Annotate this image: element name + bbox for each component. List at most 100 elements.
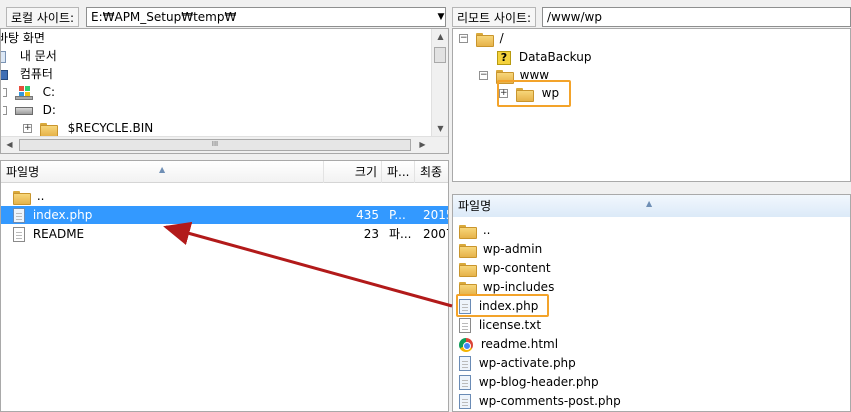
tree-item-label: C: [42, 85, 56, 99]
documents-icon [1, 50, 6, 63]
folder-icon [459, 281, 477, 296]
unknown-icon: ? [497, 50, 511, 65]
column-header-modified[interactable]: 최종 [415, 161, 448, 183]
list-item[interactable]: readme.html [459, 335, 558, 353]
row-type: 파... [389, 227, 412, 241]
chrome-icon [459, 337, 473, 352]
remote-site-label: 리모트 사이트: [452, 7, 537, 27]
list-item[interactable]: wp-comments-post.php [459, 392, 621, 410]
column-header-type[interactable]: 파... [382, 161, 415, 183]
index-php-highlight-box [456, 294, 549, 317]
list-item[interactable]: wp-admin [459, 240, 542, 258]
sort-ascending-icon: ▲ [159, 165, 166, 174]
file-icon [13, 227, 25, 242]
column-header-label: 크기 [354, 165, 377, 179]
row-name: wp-content [482, 261, 551, 275]
column-header-label: 최종 [420, 165, 443, 179]
row-name: wp-activate.php [478, 356, 576, 370]
column-header-name[interactable]: ▲ 파일명 [453, 195, 850, 217]
text-file-icon [459, 318, 471, 333]
row-name: README [32, 227, 85, 241]
remote-site-bar: 리모트 사이트: /www/wp [452, 4, 851, 30]
table-row-selected[interactable]: index.php 435 P... 2015 [1, 206, 448, 224]
row-name: wp-comments-post.php [478, 394, 621, 408]
wp-highlight-box [497, 80, 571, 107]
scroll-thumb[interactable]: III [19, 139, 411, 151]
remote-file-list: ▲ 파일명 .. wp-admin wp-content wp-includes… [452, 194, 851, 412]
list-item[interactable]: .. [459, 221, 490, 239]
expander-minus-icon[interactable] [3, 106, 7, 115]
folder-icon [459, 243, 477, 258]
tree-item-desktop[interactable]: 바탕 화면 [1, 29, 45, 47]
local-tree-pane: 바탕 화면 내 문서 컴퓨터 C: D: + $RECYCLE.BIN ▲ ▼ [0, 28, 449, 154]
php-file-icon [459, 356, 471, 371]
tree-item-label: / [499, 31, 504, 45]
scroll-up-icon[interactable]: ▲ [432, 29, 448, 45]
row-type: P... [389, 208, 406, 222]
tree-item-drive-d[interactable]: D: [3, 101, 56, 119]
scroll-grip: III [211, 140, 219, 148]
tree-item-label: DataBackup [518, 50, 592, 64]
expander-plus-icon[interactable] [3, 88, 7, 97]
local-site-dropdown-icon[interactable]: ▼ [434, 7, 448, 27]
column-header-label: 파... [387, 165, 410, 179]
local-tree-vscrollbar[interactable]: ▲ ▼ [431, 29, 448, 137]
row-name: wp-blog-header.php [478, 375, 599, 389]
sort-ascending-icon: ▲ [646, 199, 653, 208]
tree-item-label: $RECYCLE.BIN [67, 121, 154, 135]
row-size: 23 [363, 227, 379, 241]
list-item[interactable]: wp-activate.php [459, 354, 576, 372]
folder-icon [475, 32, 494, 47]
remote-list-header: ▲ 파일명 [453, 195, 850, 217]
list-item[interactable]: license.txt [459, 316, 541, 334]
row-name: license.txt [478, 318, 542, 332]
tree-item-label: 내 문서 [19, 49, 57, 63]
local-site-path-input[interactable]: E:₩APM_Setup₩temp₩ [86, 7, 446, 27]
local-site-bar: 로컬 사이트: E:₩APM_Setup₩temp₩ ▼ [0, 4, 449, 30]
expander-minus-icon[interactable]: − [459, 34, 468, 43]
tree-item-documents[interactable]: 내 문서 [1, 47, 57, 65]
tree-item-label: D: [42, 103, 56, 117]
scroll-thumb[interactable] [434, 47, 446, 63]
local-tree-hscrollbar[interactable]: ◀ III ▶ [1, 136, 448, 153]
folder-icon [459, 224, 477, 239]
column-header-label: 파일명 [458, 199, 492, 213]
scroll-left-icon[interactable]: ◀ [1, 137, 18, 153]
tree-item-databackup[interactable]: ? DataBackup [497, 48, 591, 66]
expander-minus-icon[interactable]: − [479, 71, 488, 80]
row-name: wp-admin [482, 242, 543, 256]
tree-item-root[interactable]: − / [459, 29, 504, 47]
tree-item-label: 컴퓨터 [19, 67, 53, 81]
column-header-name[interactable]: ▲ 파일명 [1, 161, 324, 183]
row-name: wp-includes [482, 280, 555, 294]
table-row[interactable]: README 23 파... 2007 [1, 225, 448, 243]
row-modified: 2015 [423, 208, 448, 222]
local-list-header: ▲ 파일명 크기 파... 최종 [1, 161, 448, 183]
remote-tree-pane: − / ? DataBackup − www + wp [452, 28, 851, 182]
scroll-down-icon[interactable]: ▼ [432, 121, 448, 137]
expander-plus-icon[interactable]: + [23, 124, 32, 133]
row-name: readme.html [480, 337, 559, 351]
row-name: .. [482, 223, 491, 237]
tree-item-computer[interactable]: 컴퓨터 [1, 65, 53, 83]
php-file-icon [459, 375, 471, 390]
column-header-label: 파일명 [6, 165, 40, 179]
drive-d-icon [14, 106, 33, 115]
tree-item-recycle-bin[interactable]: + $RECYCLE.BIN [23, 119, 153, 137]
folder-icon [13, 190, 31, 205]
folder-icon [459, 262, 477, 277]
remote-site-path-input[interactable]: /www/wp [542, 7, 851, 27]
local-site-label: 로컬 사이트: [6, 7, 80, 27]
php-file-icon [459, 394, 471, 409]
folder-icon [39, 122, 58, 137]
list-item[interactable]: wp-content [459, 259, 551, 277]
list-item[interactable]: wp-blog-header.php [459, 373, 599, 391]
local-file-list: ▲ 파일명 크기 파... 최종 .. index.php 435 P... 2… [0, 160, 449, 412]
column-header-size[interactable]: 크기 [324, 161, 382, 183]
tree-item-drive-c[interactable]: C: [3, 83, 55, 101]
table-row[interactable]: .. [1, 187, 448, 205]
scroll-right-icon[interactable]: ▶ [414, 137, 431, 153]
php-file-icon [13, 208, 25, 223]
computer-icon [1, 69, 8, 80]
row-size: 435 [356, 208, 379, 222]
